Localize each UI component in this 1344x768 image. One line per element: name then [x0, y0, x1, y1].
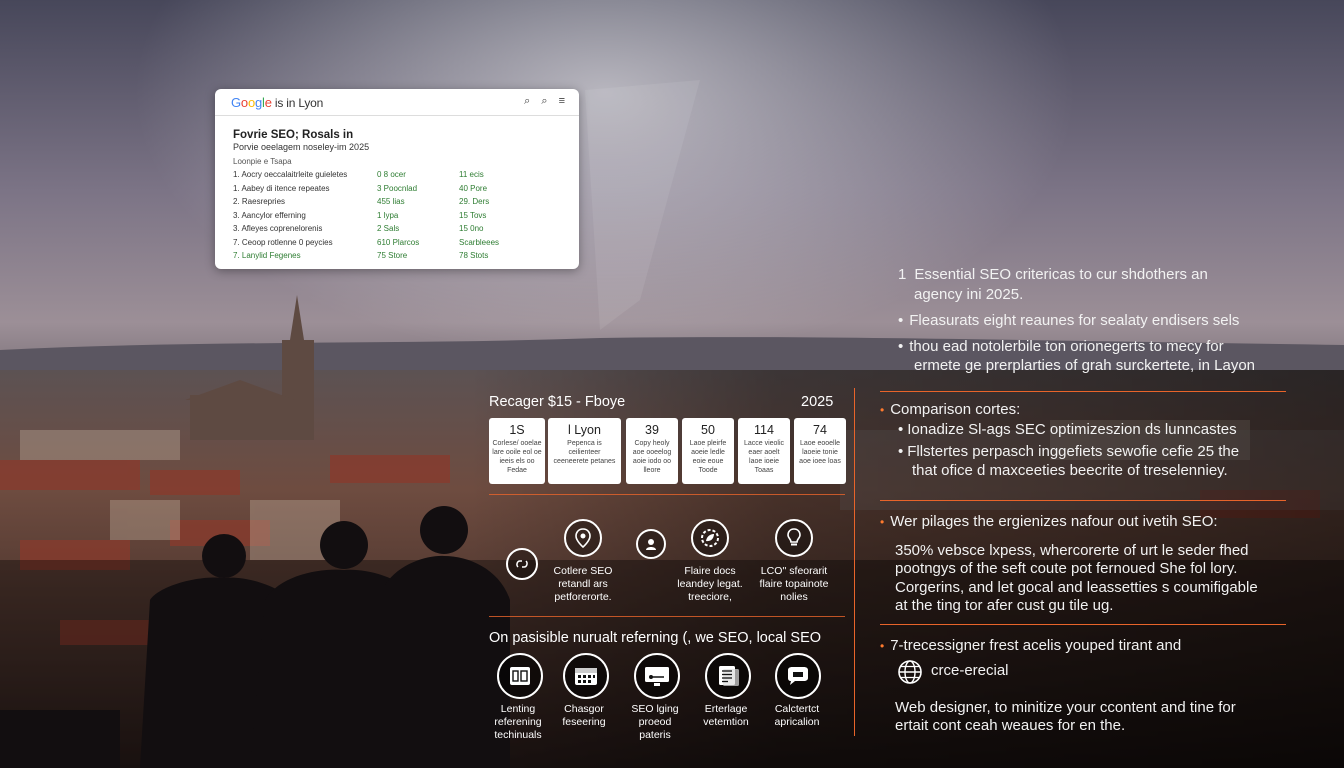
comparison-bullet-2: • Fllstertes perpasch inggefiets sewofie … — [898, 443, 1240, 460]
google-logo: Google is in Lyon — [231, 95, 324, 110]
results-caption: Loonpie e Tsapa — [233, 157, 292, 166]
search-query: is in Lyon — [271, 96, 324, 110]
top-list-item-2: • Fleasurats eight reaunes for sealaty en… — [898, 312, 1240, 329]
pricing-card-desc: Copy heoly aoe ooeelog aoie iodo oo lleo… — [632, 440, 672, 474]
results-subtitle: Porvie oeelagem noseley-im 2025 — [233, 142, 370, 152]
voice-search-icon[interactable]: ⌕ — [541, 95, 547, 107]
top-list-item-1-cont: agency ini 2025. — [914, 286, 1024, 303]
service-label: SEO lging proeod pateris — [631, 703, 679, 741]
divider — [880, 500, 1286, 501]
service-label: Chasgor feseering — [562, 703, 606, 728]
menu-icon[interactable]: ≡ — [559, 95, 565, 107]
service-label: Erterlage vetemtion — [703, 703, 749, 728]
pricing-card[interactable]: l Lyon Pepenca is ceilienteer ceeneerete… — [548, 418, 621, 484]
feature-item[interactable]: Flaire docs leandey legat. treeciore, — [668, 519, 752, 604]
feature-label: leandey legat. — [677, 578, 743, 590]
calendar-icon[interactable] — [563, 653, 609, 699]
feature-label: nolies — [780, 591, 808, 603]
pricing-card[interactable]: 1S Corlese/ ooelae lare ooile eol oe iee… — [489, 418, 545, 484]
result-row[interactable]: 1. Aocry oeccalaitrleite guieletes 0 8 oc… — [233, 170, 563, 184]
results-list: 1. Aocry oeccalaitrleite guieletes 0 8 oc… — [233, 170, 563, 265]
pricing-card-desc: Lacce vieolic eaer aoelt laoe ioeie Toaa… — [743, 440, 785, 474]
search-icon[interactable]: ⌕ — [524, 95, 530, 107]
feature-label: retandl ars — [558, 578, 608, 590]
search-results-card: Google is in Lyon ⌕ ⌕ ≡ Fovrie SEO; Rosa… — [215, 89, 579, 269]
vertical-divider — [854, 388, 855, 736]
comparison-bullet-2-cont: that ofice d maxceeties beecrite of tres… — [912, 462, 1228, 479]
feature-item[interactable]: Cotlere SEO retandl ars petforerorte. — [548, 519, 618, 604]
pricing-card[interactable]: 50 Laoe pleirfe aoeie ledle eoie eoue To… — [682, 418, 734, 484]
globe-label: crce-erecial — [931, 662, 1009, 679]
designer-paragraph-line: Web designer, to minitize your ccontent … — [895, 699, 1236, 716]
web-paragraph-line: at the ting tor afer cust gu tile ug. — [895, 597, 1114, 614]
divider — [489, 616, 845, 617]
location-pin-icon — [564, 519, 602, 557]
pricing-card[interactable]: 74 Laoe eooelle laoeie tonie aoe ioee lo… — [794, 418, 846, 484]
result-row[interactable]: 7. Ceoop rotlenne 0 peycies 610 Plarcos Sc… — [233, 238, 563, 252]
lightbulb-icon — [775, 519, 813, 557]
service-label: Calctertct apricalion — [774, 703, 820, 728]
pricing-card-desc: Corlese/ ooelae lare ooile eol oe ieeis … — [492, 440, 542, 474]
pricing-card-desc: Laoe eooelle laoeie tonie aoe ioee loas — [799, 440, 841, 465]
search-bar[interactable]: Google is in Lyon ⌕ ⌕ ≡ — [215, 89, 579, 116]
pricing-card-desc: Pepenca is ceilienteer ceeneerete petane… — [553, 440, 616, 465]
result-row[interactable]: 3. Afleyes coprenelorenis 2 Sals 15 0no — [233, 224, 563, 238]
top-list-item-3-cont: ermete ge prerplarties of grah surckerte… — [914, 357, 1256, 374]
top-list-item-1: 1 Essential SEO critericas to cur shdothe… — [898, 266, 1208, 283]
feature-label: treeciore, — [688, 591, 732, 603]
pricing-card-value: l Lyon — [568, 423, 601, 437]
user-badge-icon — [636, 529, 666, 559]
feature-label: flaire topainote — [759, 578, 829, 590]
web-paragraph-line: Corgerins, and let gocal and leassetties… — [895, 579, 1258, 596]
pricing-card[interactable]: 39 Copy heoly aoe ooeelog aoie iodo oo l… — [626, 418, 678, 484]
document-icon[interactable] — [497, 653, 543, 699]
divider — [880, 391, 1286, 392]
monitor-icon[interactable] — [634, 653, 680, 699]
result-row[interactable]: 2. Raesrepries 455 lias 29. Ders — [233, 197, 563, 211]
designer-paragraph-line: ertait cont ceah weaues for en the. — [895, 717, 1126, 734]
web-paragraph-line: 350% vebsce lxpess, whercorerte of urt l… — [895, 542, 1249, 559]
comparison-bullet-1: • Ionadize Sl-ags SEC optimizeszion ds lu… — [898, 421, 1237, 438]
services-heading: On pasisible nurualt referning (, we SEO… — [489, 630, 822, 646]
web-paragraph-line: pootngys of the seft coute pot fernoued … — [895, 560, 1238, 577]
chat-icon[interactable] — [775, 653, 821, 699]
pricing-card-value: 74 — [813, 423, 827, 437]
pricing-card-value: 1S — [509, 423, 525, 437]
feature-label: Flaire docs — [684, 565, 736, 577]
divider — [880, 624, 1286, 625]
top-list-item-3: • thou ead notolerbile ton orionegerts to… — [898, 338, 1224, 355]
results-title: Fovrie SEO; Rosals in — [233, 129, 354, 141]
feature-label: LCO'' sfeorarit — [760, 565, 828, 577]
pricing-card-value: 39 — [645, 423, 659, 437]
pricing-card-value: 114 — [754, 423, 774, 437]
designer-heading: • 7-trecessigner frest acelis youped tira… — [880, 637, 1182, 654]
result-row[interactable]: 1. Aabey di itence repeates 3 Poocnlad 40 … — [233, 184, 563, 198]
globe-icon — [897, 659, 923, 685]
pricing-card-value: 50 — [701, 423, 715, 437]
feature-label: petforerorte. — [554, 591, 612, 603]
pricing-year: 2025 — [801, 394, 834, 410]
gear-leaf-icon — [691, 519, 729, 557]
comparison-heading: • Comparison cortes: — [880, 401, 1021, 418]
pricing-card[interactable]: 114 Lacce vieolic eaer aoelt laoe ioeie … — [738, 418, 790, 484]
feature-item[interactable]: LCO'' sfeorarit flaire topainote nolies — [746, 519, 842, 604]
web-heading: • Wer pilages the ergienizes nafour out i… — [880, 513, 1218, 530]
result-row[interactable]: 3. Aancylor efferning 1 lypa 15 Tovs — [233, 211, 563, 225]
result-row[interactable]: 7. Lanylid Fegenes 75 Store 78 Stots — [233, 251, 563, 265]
pricing-title: Recager $15 - Fboye — [489, 394, 626, 410]
service-label: Lenting referening techinuals — [494, 703, 542, 741]
divider — [489, 494, 845, 495]
report-icon[interactable] — [705, 653, 751, 699]
feature-label: Cotlere SEO — [553, 565, 613, 577]
pricing-card-desc: Laoe pleirfe aoeie ledle eoie eoue Toode — [689, 440, 727, 474]
link-icon — [506, 548, 538, 580]
